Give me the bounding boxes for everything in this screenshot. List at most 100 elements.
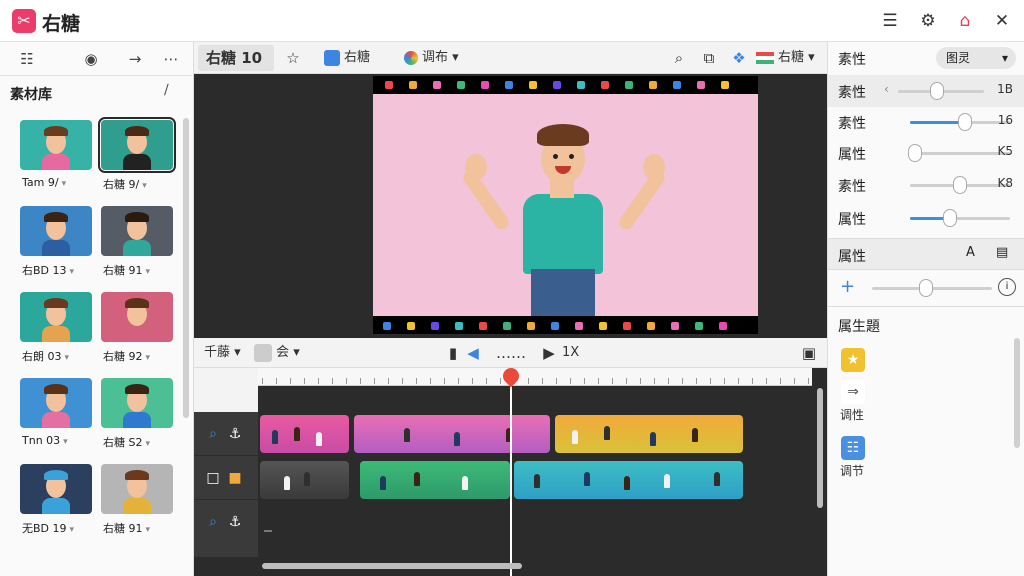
chevron-left-icon[interactable]: ‹ [884,82,889,96]
effects-icon[interactable]: ❖ [728,46,750,70]
library-thumbnail[interactable] [101,206,173,256]
library-thumbnail[interactable] [20,120,92,170]
marker-icon[interactable]: ▮ [442,341,464,365]
property-label: 素性 [838,179,866,195]
chevron-down-icon[interactable]: ▾ [65,353,70,363]
info-icon[interactable]: i [998,278,1016,296]
track-dropdown[interactable]: 千藤 ▾ [204,341,241,365]
property-slider[interactable] [898,82,984,100]
chevron-down-icon[interactable]: ▾ [63,437,68,447]
library-thumbnail[interactable] [101,378,173,428]
library-item-label[interactable]: 右糖 9/▾ [103,176,147,192]
library-thumbnail[interactable] [20,292,92,342]
media-button[interactable]: 右糖 [324,46,370,70]
chevron-down-icon[interactable]: ▾ [142,181,147,191]
dots-icon[interactable]: …… [496,341,526,365]
speed-label[interactable]: 1X [562,341,579,365]
crop-icon[interactable]: ⧉ [698,46,720,70]
timeline-clip[interactable] [354,415,550,453]
chevron-down-icon[interactable]: ▾ [146,353,151,363]
mode-dropdown[interactable]: 会 ▾ [254,341,300,365]
comment-icon[interactable]: □ [202,467,224,489]
sticker-icon[interactable]: ★ [841,348,865,372]
library-item-label[interactable]: 右朗 03 ▾ [22,348,69,364]
more-icon[interactable]: ⋯ [160,48,182,70]
property-slider[interactable] [908,144,1010,162]
home-icon[interactable]: ⌂ [953,9,977,33]
timeline-vscrollbar[interactable] [817,388,823,508]
track-header-2[interactable]: □ ■ [194,456,258,500]
section-2-slider[interactable] [872,279,992,297]
ruler-tick [360,378,361,384]
list-icon[interactable]: ☷ [16,48,38,70]
volume-icon[interactable]: ◀ [462,341,484,365]
window-icon[interactable]: ▤ [996,245,1008,260]
star-icon[interactable]: ☆ [282,46,304,70]
slider-knob[interactable] [929,82,944,100]
pin-icon[interactable]: ◉ [80,48,102,70]
search-icon[interactable]: ⌕ [202,423,224,445]
ruler-tick [500,378,501,384]
section-3-title: 属生題 [838,319,880,335]
palette-button[interactable]: 调布 ▾ [404,46,459,70]
decor-dot [719,322,727,330]
link-icon[interactable]: ⚓ [224,511,246,533]
slider-knob[interactable] [943,209,957,227]
chevron-down-icon[interactable]: ▾ [145,439,150,449]
library-scrollbar[interactable] [183,118,189,418]
library-item-label[interactable]: Tnn 03 ▾ [22,434,68,447]
clip-icon[interactable]: ■ [224,467,246,489]
text-icon[interactable]: A [966,245,975,260]
library-thumbnail[interactable] [101,464,173,514]
language-button[interactable]: 右糖 ▾ [756,46,815,70]
library-thumbnail[interactable] [20,206,92,256]
slider-knob[interactable] [908,144,922,162]
slider-knob[interactable] [953,176,967,194]
collapse-icon[interactable]: ∕ [164,82,169,98]
fit-icon[interactable]: ▣ [798,341,820,365]
slider-knob[interactable] [919,279,933,297]
library-item-label[interactable]: 右糖 S2 ▾ [103,434,150,450]
library-item-label[interactable]: 右BD 13 ▾ [22,262,74,278]
library-item-label[interactable]: 右糖 91 ▾ [103,262,150,278]
library-item-label[interactable]: 无BD 19 ▾ [22,520,74,536]
clip-thumbnail-figure [692,428,698,442]
search-icon[interactable]: ⌕ [668,46,690,70]
track-header-1[interactable]: ⌕ ⚓ [194,412,258,456]
slider-knob[interactable] [958,113,972,131]
library-item-label[interactable]: Tam 9/▾ [22,176,66,189]
properties-scrollbar[interactable] [1014,338,1020,448]
library-thumbnail[interactable] [101,292,173,342]
library-thumbnail[interactable] [20,464,92,514]
timeline-clip[interactable] [555,415,743,453]
property-slider[interactable] [910,209,1010,227]
library-item-label[interactable]: 右糖 92 ▾ [103,348,150,364]
arrow-right-icon[interactable]: ⇒ [841,380,865,404]
tab-project[interactable]: 右糖 10 [198,45,274,71]
timeline-hscrollbar[interactable] [262,563,522,569]
plus-icon[interactable]: + [840,276,855,297]
track-header-3[interactable]: ⌕ ⚓ [194,500,258,558]
search-icon[interactable]: ⌕ [202,511,224,533]
property-slider[interactable] [910,113,1010,131]
video-preview[interactable] [373,76,758,334]
chevron-down-icon[interactable]: ▾ [70,525,75,535]
link-icon[interactable]: ⚓ [224,423,246,445]
chevron-down-icon[interactable]: ▾ [146,525,151,535]
properties-dropdown[interactable]: 图灵 ▾ [936,47,1016,69]
close-icon[interactable]: ✕ [990,9,1014,33]
notes-icon[interactable]: ☰ [878,9,902,33]
chevron-down-icon[interactable]: ▾ [62,179,67,189]
library-thumbnail[interactable] [20,378,92,428]
property-slider[interactable] [910,176,1010,194]
arrow-right-icon[interactable]: → [124,48,146,70]
library-thumbnail[interactable] [98,117,176,173]
library-item-label[interactable]: 右糖 91 ▾ [103,520,150,536]
document-icon[interactable]: ☷ [841,436,865,460]
chevron-down-icon[interactable]: ▾ [146,267,151,277]
timeline-ruler[interactable] [258,368,812,386]
playhead-line[interactable] [510,372,512,576]
gear-icon[interactable]: ⚙ [916,9,940,33]
play-icon[interactable]: ▶ [538,341,560,365]
chevron-down-icon[interactable]: ▾ [70,267,75,277]
